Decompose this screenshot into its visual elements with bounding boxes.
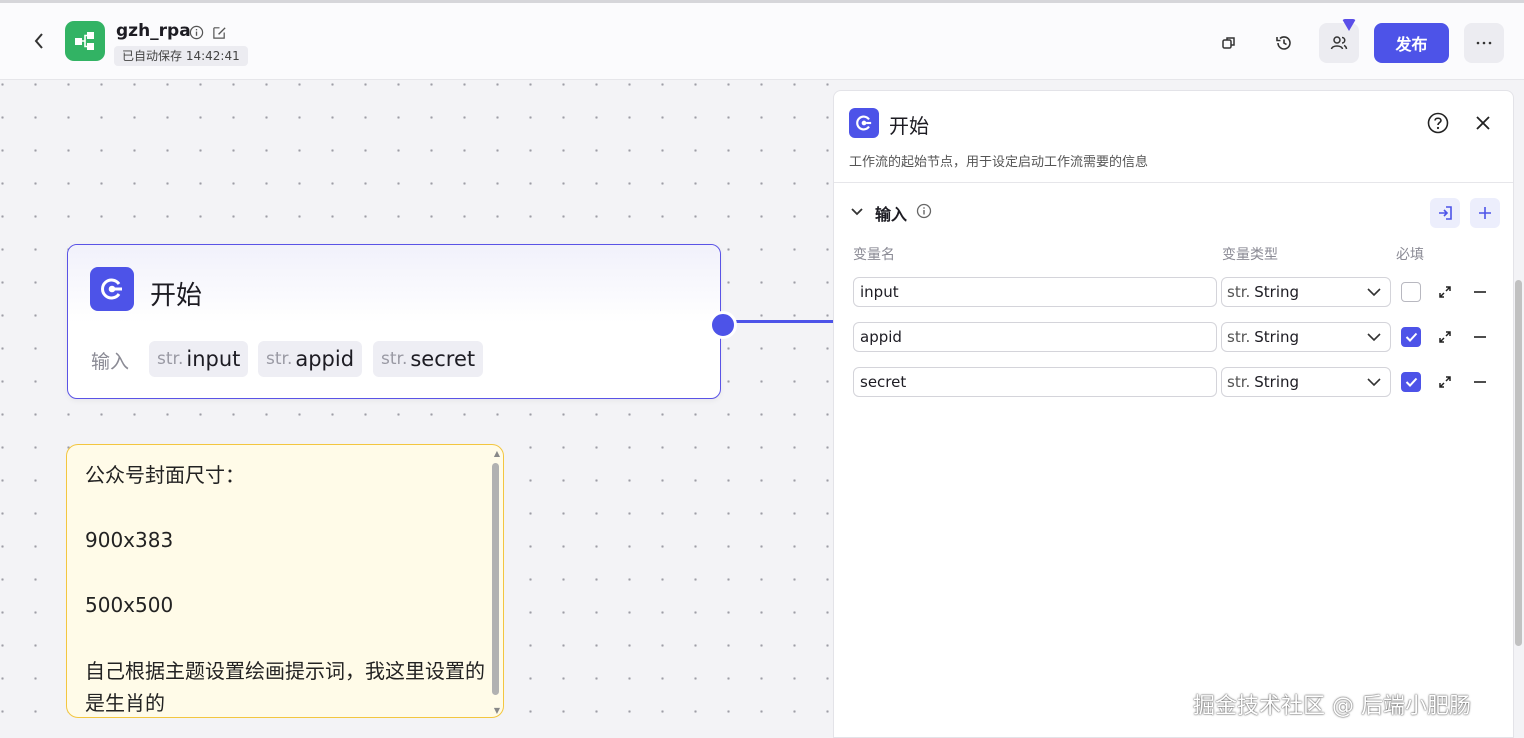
plus-icon bbox=[1479, 207, 1491, 219]
variable-chip: str. appid bbox=[258, 341, 363, 377]
collaborators-button[interactable] bbox=[1319, 19, 1359, 63]
info-icon[interactable] bbox=[187, 23, 205, 41]
more-button[interactable] bbox=[1464, 23, 1504, 63]
type-value: String bbox=[1254, 283, 1300, 301]
chevron-down-icon bbox=[1367, 333, 1381, 342]
panel-title: 开始 bbox=[889, 114, 929, 138]
variable-chip: str. input bbox=[149, 341, 249, 377]
scroll-down-icon[interactable]: ▼ bbox=[494, 706, 500, 715]
chevron-down-icon bbox=[1367, 378, 1381, 387]
variable-type-select[interactable]: str. String bbox=[1221, 322, 1391, 352]
check-icon bbox=[1405, 377, 1417, 387]
type-prefix: str. bbox=[1227, 328, 1251, 346]
type-prefix: str. bbox=[1227, 373, 1251, 391]
help-icon[interactable] bbox=[1425, 110, 1451, 136]
column-header-name: 变量名 bbox=[853, 247, 895, 263]
output-port[interactable] bbox=[709, 311, 737, 339]
panel-description: 工作流的起始节点，用于设定启动工作流需要的信息 bbox=[849, 155, 1149, 170]
sticky-note[interactable]: 公众号封面尺寸： 900x383 500x500 自己根据主题设置绘画提示词，我… bbox=[66, 444, 504, 718]
type-tag: str. bbox=[266, 349, 293, 369]
variable-name-input[interactable] bbox=[853, 367, 1217, 397]
variable-name: appid bbox=[295, 347, 355, 371]
users-icon bbox=[1330, 36, 1348, 50]
type-value: String bbox=[1254, 328, 1300, 346]
top-toolbar: gzh_rpa 已自动保存 14:42:41 发布 bbox=[0, 0, 1524, 80]
start-node[interactable]: 开始 输入 str. input str. appid str. secret bbox=[67, 244, 721, 399]
variable-chip: str. secret bbox=[373, 341, 484, 377]
chevron-down-icon[interactable] bbox=[849, 204, 865, 220]
expand-icon[interactable] bbox=[1436, 373, 1454, 391]
remove-icon[interactable] bbox=[1471, 328, 1489, 346]
info-icon[interactable] bbox=[916, 203, 932, 219]
expand-icon[interactable] bbox=[1436, 283, 1454, 301]
divider bbox=[834, 182, 1513, 183]
type-tag: str. bbox=[381, 349, 408, 369]
close-icon[interactable] bbox=[1470, 110, 1496, 136]
type-tag: str. bbox=[157, 349, 184, 369]
remove-icon[interactable] bbox=[1471, 373, 1489, 391]
type-prefix: str. bbox=[1227, 283, 1251, 301]
copy-button[interactable] bbox=[1209, 23, 1249, 63]
section-title: 输入 bbox=[875, 205, 908, 224]
publish-button[interactable]: 发布 bbox=[1374, 23, 1449, 63]
variable-name-input[interactable] bbox=[853, 277, 1217, 307]
diamond-badge-icon bbox=[1342, 19, 1356, 31]
watermark: 掘金技术社区 @ 后端小肥肠 bbox=[1193, 694, 1471, 719]
column-header-required: 必填 bbox=[1396, 247, 1424, 263]
panel-scrollbar[interactable] bbox=[1515, 280, 1522, 646]
type-value: String bbox=[1254, 373, 1300, 391]
save-status: 已自动保存 14:42:41 bbox=[114, 46, 248, 66]
remove-icon[interactable] bbox=[1471, 283, 1489, 301]
node-edge bbox=[736, 320, 836, 323]
more-icon bbox=[1476, 41, 1492, 45]
workflow-icon bbox=[65, 21, 105, 61]
start-node-icon bbox=[849, 108, 879, 138]
variable-name: input bbox=[186, 347, 241, 371]
note-scrollbar[interactable] bbox=[492, 463, 499, 695]
history-button[interactable] bbox=[1264, 23, 1304, 63]
start-node-input-label: 输入 bbox=[91, 351, 130, 373]
required-checkbox[interactable] bbox=[1401, 282, 1421, 302]
app-title: gzh_rpa bbox=[116, 21, 191, 41]
check-icon bbox=[1405, 332, 1417, 342]
edit-icon[interactable] bbox=[210, 23, 228, 41]
copy-icon bbox=[1222, 37, 1235, 49]
import-button[interactable] bbox=[1430, 198, 1460, 228]
variable-name-input[interactable] bbox=[853, 322, 1217, 352]
start-node-icon bbox=[90, 267, 134, 311]
scroll-up-icon[interactable]: ▲ bbox=[494, 449, 500, 458]
import-icon bbox=[1439, 206, 1452, 220]
note-text: 公众号封面尺寸： 900x383 500x500 自己根据主题设置绘画提示词，我… bbox=[85, 463, 485, 716]
variable-type-select[interactable]: str. String bbox=[1221, 277, 1391, 307]
start-node-title: 开始 bbox=[150, 281, 203, 311]
chevron-down-icon bbox=[1367, 288, 1381, 297]
variable-name: secret bbox=[410, 347, 476, 371]
expand-icon[interactable] bbox=[1436, 328, 1454, 346]
variable-type-select[interactable]: str. String bbox=[1221, 367, 1391, 397]
column-header-type: 变量类型 bbox=[1222, 247, 1278, 263]
required-checkbox[interactable] bbox=[1401, 327, 1421, 347]
add-variable-button[interactable] bbox=[1470, 198, 1500, 228]
back-icon[interactable] bbox=[28, 29, 50, 53]
node-config-panel: 开始 工作流的起始节点，用于设定启动工作流需要的信息 输入 变量名 变量类型 必… bbox=[833, 90, 1514, 738]
required-checkbox[interactable] bbox=[1401, 372, 1421, 392]
history-icon bbox=[1276, 36, 1291, 50]
